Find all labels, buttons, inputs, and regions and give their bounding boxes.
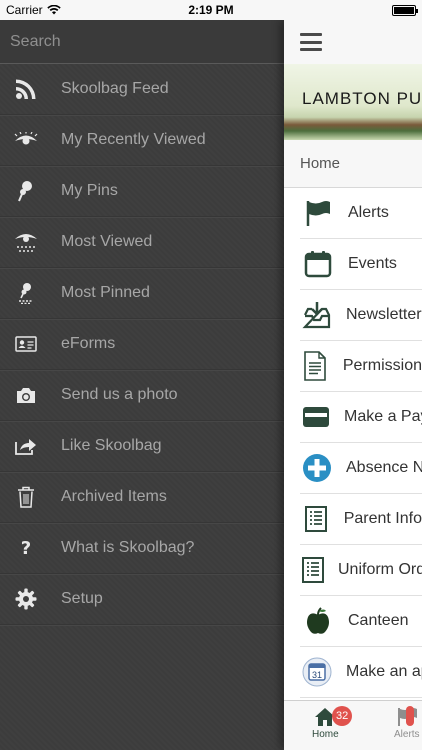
share-icon bbox=[13, 433, 39, 459]
plus-circle-icon bbox=[302, 452, 332, 484]
module-label: Absence No bbox=[346, 459, 422, 476]
module-parent-info[interactable]: Parent Info bbox=[300, 494, 422, 545]
tab-bar: 32 Home Alerts bbox=[284, 700, 422, 750]
gear-icon bbox=[13, 586, 39, 612]
module-label: Permission bbox=[342, 357, 422, 374]
alerts-badge bbox=[406, 706, 414, 726]
drawer-item-label: My Pins bbox=[61, 182, 118, 199]
drawer-item-send-photo[interactable]: Send us a photo bbox=[0, 370, 284, 421]
module-make-appointment[interactable]: 31 Make an ap bbox=[300, 647, 422, 698]
breadcrumb-home[interactable]: Home bbox=[300, 155, 340, 172]
drawer-item-label: Most Viewed bbox=[61, 233, 153, 250]
id-card-icon bbox=[13, 331, 39, 357]
rss-icon bbox=[13, 76, 39, 102]
drawer-item-what-is-skoolbag[interactable]: ? What is Skoolbag? bbox=[0, 523, 284, 574]
school-banner: LAMBTON PU bbox=[284, 64, 422, 140]
drawer-item-most-viewed[interactable]: Most Viewed bbox=[0, 217, 284, 268]
module-label: Uniform Ord bbox=[338, 561, 422, 578]
module-newsletters[interactable]: Newsletters bbox=[300, 290, 422, 341]
credit-card-icon bbox=[302, 401, 330, 433]
module-alerts[interactable]: Alerts bbox=[300, 188, 422, 239]
tab-alerts-label: Alerts bbox=[394, 729, 420, 740]
drawer-item-archived-items[interactable]: Archived Items bbox=[0, 472, 284, 523]
drawer-item-label: Archived Items bbox=[61, 488, 167, 505]
module-events[interactable]: Events bbox=[300, 239, 422, 290]
drawer-item-setup[interactable]: Setup bbox=[0, 574, 284, 625]
module-label: Make an ap bbox=[346, 663, 422, 680]
side-drawer: Skoolbag Feed My Recently Viewed My Pins… bbox=[0, 20, 284, 750]
module-absence-notice[interactable]: Absence No bbox=[300, 443, 422, 494]
search-input[interactable] bbox=[10, 32, 270, 51]
drawer-item-label: Like Skoolbag bbox=[61, 437, 162, 454]
menu-icon[interactable] bbox=[300, 33, 322, 51]
drawer-item-eforms[interactable]: eForms bbox=[0, 319, 284, 370]
question-icon: ? bbox=[20, 537, 32, 559]
drawer-item-label: eForms bbox=[61, 335, 116, 352]
drawer-item-label: Skoolbag Feed bbox=[61, 80, 169, 97]
trash-icon bbox=[13, 484, 39, 510]
svg-text:31: 31 bbox=[312, 670, 322, 680]
main-panel: LAMBTON PU Home Alerts Events Newsletter… bbox=[284, 20, 422, 750]
pins-multiple-icon bbox=[13, 280, 39, 306]
search-bar bbox=[0, 20, 284, 64]
nav-bar bbox=[284, 20, 422, 64]
form-icon bbox=[302, 503, 330, 535]
clock: 2:19 PM bbox=[188, 3, 234, 17]
flag-icon bbox=[302, 197, 334, 229]
document-icon bbox=[302, 350, 329, 382]
module-label: Alerts bbox=[348, 204, 389, 221]
drawer-item-skoolbag-feed[interactable]: Skoolbag Feed bbox=[0, 64, 284, 115]
drawer-item-like-skoolbag[interactable]: Like Skoolbag bbox=[0, 421, 284, 472]
calendar-31-icon: 31 bbox=[302, 656, 332, 688]
drawer-menu: Skoolbag Feed My Recently Viewed My Pins… bbox=[0, 64, 284, 625]
calendar-icon bbox=[302, 248, 334, 280]
drawer-item-label: What is Skoolbag? bbox=[61, 539, 195, 556]
drawer-item-label: Most Pinned bbox=[61, 284, 150, 301]
module-permission[interactable]: Permission bbox=[300, 341, 422, 392]
status-bar: Carrier 2:19 PM bbox=[0, 0, 422, 20]
tab-home-label: Home bbox=[312, 729, 339, 740]
module-uniform-orders[interactable]: Uniform Ord bbox=[300, 545, 422, 596]
drawer-item-my-recently-viewed[interactable]: My Recently Viewed bbox=[0, 115, 284, 166]
module-label: Events bbox=[348, 255, 397, 272]
battery-icon bbox=[392, 5, 418, 16]
pin-icon bbox=[13, 178, 39, 204]
breadcrumb: Home bbox=[284, 140, 422, 188]
form-icon bbox=[302, 554, 324, 586]
eye-icon bbox=[13, 127, 39, 153]
module-label: Newsletters bbox=[346, 306, 422, 323]
module-list: Alerts Events Newsletters Permission Mak… bbox=[284, 188, 422, 698]
drawer-item-most-pinned[interactable]: Most Pinned bbox=[0, 268, 284, 319]
drawer-item-label: Send us a photo bbox=[61, 386, 178, 403]
home-badge: 32 bbox=[332, 706, 353, 726]
inbox-download-icon bbox=[302, 299, 332, 331]
module-canteen[interactable]: Canteen bbox=[300, 596, 422, 647]
module-label: Make a Pay bbox=[344, 408, 422, 425]
drawer-item-my-pins[interactable]: My Pins bbox=[0, 166, 284, 217]
tab-home[interactable]: 32 Home bbox=[312, 706, 353, 740]
banner-title: LAMBTON PU bbox=[302, 89, 422, 108]
module-label: Parent Info bbox=[343, 510, 422, 527]
eye-multiple-icon bbox=[13, 229, 39, 255]
tab-alerts[interactable]: Alerts bbox=[394, 706, 420, 740]
apple-icon bbox=[302, 605, 334, 637]
drawer-item-label: Setup bbox=[61, 590, 103, 607]
module-make-payment[interactable]: Make a Pay bbox=[300, 392, 422, 443]
drawer-item-label: My Recently Viewed bbox=[61, 131, 206, 148]
module-label: Canteen bbox=[348, 612, 409, 629]
camera-icon bbox=[13, 382, 39, 408]
